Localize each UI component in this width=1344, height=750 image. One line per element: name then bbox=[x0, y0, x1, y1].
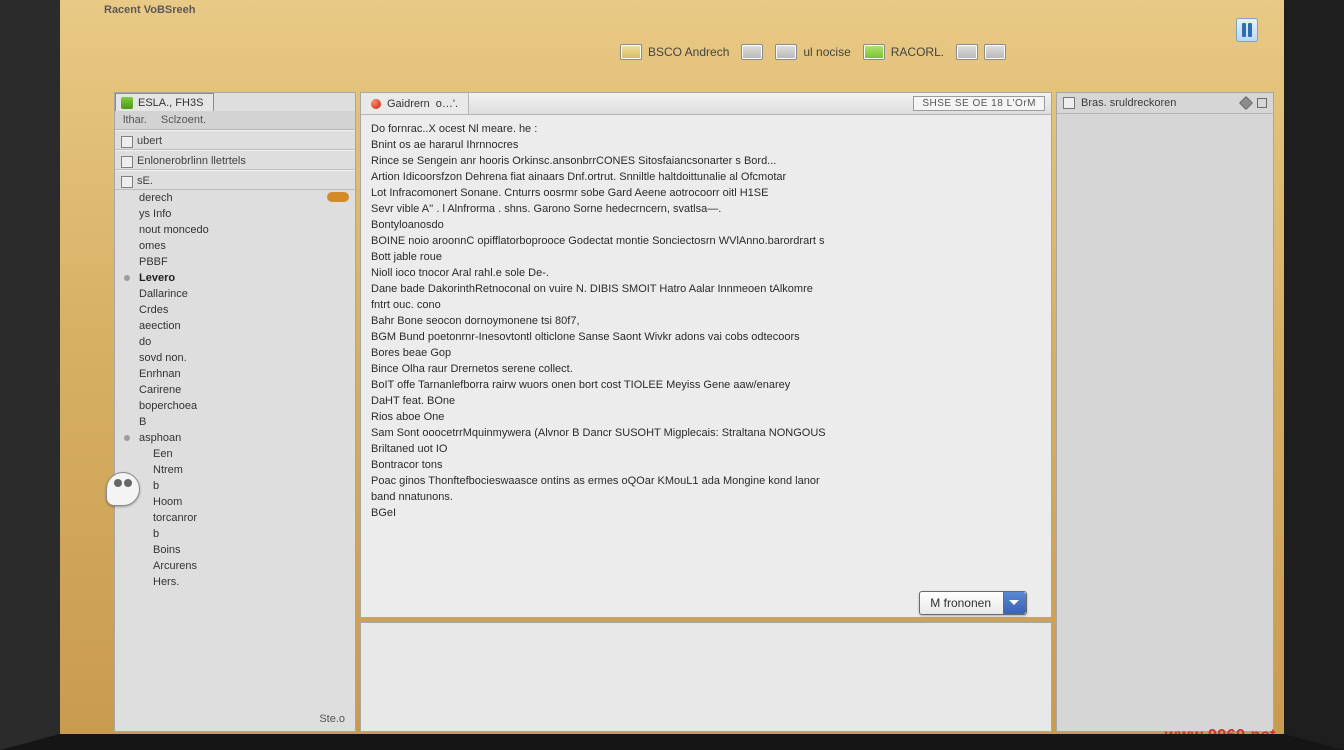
editor-line: band nnatunons. bbox=[371, 489, 1041, 505]
editor-status: SHSE SE OE 18 L'OrM bbox=[913, 96, 1045, 111]
sidebar-section-2[interactable]: Enlonerobrlinn lletrtels bbox=[115, 150, 355, 170]
sidebar-item[interactable]: B bbox=[115, 414, 355, 430]
sidebar-item[interactable]: Ntrem bbox=[115, 462, 355, 478]
sidebar: ESLA., FH3S lthar. Sclzoent. ubert Enlon… bbox=[114, 92, 356, 732]
folder-icon bbox=[620, 44, 642, 60]
toolbar: BSCO Andrech ul nocise RACORL. bbox=[620, 38, 1268, 66]
editor-body[interactable]: Do fornrac..X ocest Nl meare. he :Bnint … bbox=[361, 115, 1051, 617]
editor-line: Bontyloanosdo bbox=[371, 217, 1041, 233]
toolbar-item-4[interactable] bbox=[956, 44, 1006, 60]
sidebar-item[interactable]: boperchoea bbox=[115, 398, 355, 414]
sidebar-item[interactable]: torcanror bbox=[115, 510, 355, 526]
toolbar-item-0[interactable]: BSCO Andrech bbox=[620, 44, 729, 60]
editor-line: Briltaned uot IO bbox=[371, 441, 1041, 457]
inspector-panel: Bras. sruldreckoren bbox=[1056, 92, 1274, 732]
sidebar-item[interactable]: Crdes bbox=[115, 302, 355, 318]
sidebar-item[interactable]: omes bbox=[115, 238, 355, 254]
workspace: ESLA., FH3S lthar. Sclzoent. ubert Enlon… bbox=[114, 92, 1274, 732]
app-title: Racent VoBSreeh bbox=[104, 4, 196, 16]
editor-line: BoIT offe Tarnanlefborra rairw wuors one… bbox=[371, 377, 1041, 393]
editor-line: BOINE noio aroonnC opifflatorboprooce Go… bbox=[371, 233, 1041, 249]
sidebar-item[interactable]: Dallarince bbox=[115, 286, 355, 302]
editor-line: Bores beae Gop bbox=[371, 345, 1041, 361]
editor-line: Do fornrac..X ocest Nl meare. he : bbox=[371, 121, 1041, 137]
sidebar-item[interactable]: sovd non. bbox=[115, 350, 355, 366]
editor-line: Artion Idicoorsfzon Dehrena fiat ainaars… bbox=[371, 169, 1041, 185]
editor-tab-suffix: o…'. bbox=[436, 98, 458, 110]
toolbar-label: BSCO Andrech bbox=[648, 45, 729, 59]
tool-icon[interactable] bbox=[1257, 98, 1267, 108]
toolbar-item-3[interactable]: RACORL. bbox=[863, 44, 944, 60]
editor-line: Rince se Sengein anr hooris Orkinsc.anso… bbox=[371, 153, 1041, 169]
sidebar-section-1[interactable]: ubert bbox=[115, 130, 355, 150]
editor-line: fntrt ouc. cono bbox=[371, 297, 1041, 313]
sidebar-item[interactable]: derech bbox=[115, 190, 355, 206]
inspector-header: Bras. sruldreckoren bbox=[1057, 93, 1273, 114]
sidebar-item[interactable]: do bbox=[115, 334, 355, 350]
editor-line: BGM Bund poetonrnr-Inesovtontl olticlone… bbox=[371, 329, 1041, 345]
sidebar-item[interactable]: b bbox=[115, 526, 355, 542]
editor-line: Rios aboe One bbox=[371, 409, 1041, 425]
editor-panel: Gaidrern o…'. SHSE SE OE 18 L'OrM Do for… bbox=[360, 92, 1052, 618]
editor-header: Gaidrern o…'. SHSE SE OE 18 L'OrM bbox=[361, 93, 1051, 115]
editor-line: Bontracor tons bbox=[371, 457, 1041, 473]
reply-mode-select[interactable]: M frononen bbox=[919, 591, 1027, 615]
sidebar-item[interactable]: Carirene bbox=[115, 382, 355, 398]
sidebar-item[interactable]: Hoom bbox=[115, 494, 355, 510]
sidebar-item[interactable]: aeection bbox=[115, 318, 355, 334]
sidebar-item[interactable]: Arcurens bbox=[115, 558, 355, 574]
editor-line: Bott jable roue bbox=[371, 249, 1041, 265]
sidebar-subtab-1[interactable]: Sclzoent. bbox=[161, 114, 206, 126]
editor-line: Sam Sont ooocetrrMquinmywera (Alvnor B D… bbox=[371, 425, 1041, 441]
editor-line: Lot Infracomonert Sonane. Cnturrs oosrmr… bbox=[371, 185, 1041, 201]
editor-line: Bince Olha raur Drernetos serene collect… bbox=[371, 361, 1041, 377]
square-icon bbox=[956, 44, 978, 60]
sidebar-item[interactable]: ys Info bbox=[115, 206, 355, 222]
sidebar-section-3[interactable]: sE. bbox=[115, 170, 355, 190]
editor-line: Poac ginos Thonftefbocieswaasce ontins a… bbox=[371, 473, 1041, 489]
editor-line: BGeI bbox=[371, 505, 1041, 521]
editor-line: Nioll ioco tnocor Aral rahl.e sole De-. bbox=[371, 265, 1041, 281]
record-icon bbox=[371, 99, 381, 109]
sidebar-subtab-0[interactable]: lthar. bbox=[123, 114, 147, 126]
edit-icon[interactable] bbox=[1239, 96, 1253, 110]
editor-tab[interactable]: Gaidrern o…'. bbox=[361, 93, 469, 114]
sidebar-group-head[interactable]: Levero bbox=[115, 270, 355, 286]
chevron-down-icon bbox=[1003, 592, 1026, 614]
center-column: Gaidrern o…'. SHSE SE OE 18 L'OrM Do for… bbox=[360, 92, 1052, 732]
editor-line: Bnint os ae hararul Ihrnnocres bbox=[371, 137, 1041, 153]
sidebar-tabs: ESLA., FH3S bbox=[115, 93, 355, 111]
green-square-icon bbox=[863, 44, 885, 60]
square-icon bbox=[1063, 97, 1075, 109]
editor-line: Sevr vible A'' . l Alnfrorma . shns. Gar… bbox=[371, 201, 1041, 217]
editor-line: Dane bade DakorinthRetnoconal on vuire N… bbox=[371, 281, 1041, 297]
select-label: M frononen bbox=[920, 596, 1003, 610]
sidebar-item[interactable]: b bbox=[115, 478, 355, 494]
sidebar-footer: Ste.o bbox=[115, 709, 355, 731]
editor-line: DaHT feat. BOne bbox=[371, 393, 1041, 409]
sidebar-item[interactable]: Hers. bbox=[115, 574, 355, 590]
sidebar-tab-main[interactable]: ESLA., FH3S bbox=[115, 93, 214, 111]
toolbar-label: RACORL. bbox=[891, 45, 944, 59]
assistant-bubble-icon[interactable] bbox=[106, 472, 140, 506]
toolbar-right-badge-icon[interactable] bbox=[1236, 18, 1258, 42]
reply-input[interactable] bbox=[367, 629, 1045, 725]
sidebar-item[interactable]: nout moncedo bbox=[115, 222, 355, 238]
square-icon bbox=[741, 44, 763, 60]
toolbar-item-1[interactable] bbox=[741, 44, 763, 60]
toolbar-item-2[interactable]: ul nocise bbox=[775, 44, 850, 60]
sidebar-subtabs: lthar. Sclzoent. bbox=[115, 111, 355, 130]
square-icon bbox=[775, 44, 797, 60]
toolbar-label: ul nocise bbox=[803, 45, 850, 59]
sidebar-item[interactable]: PBBF bbox=[115, 254, 355, 270]
inspector-title: Bras. sruldreckoren bbox=[1081, 97, 1176, 109]
editor-tab-label: Gaidrern bbox=[387, 98, 430, 110]
square-icon bbox=[984, 44, 1006, 60]
sidebar-item[interactable]: Een bbox=[115, 446, 355, 462]
sidebar-item[interactable]: Boins bbox=[115, 542, 355, 558]
sidebar-item[interactable]: Enrhnan bbox=[115, 366, 355, 382]
sidebar-item[interactable]: asphoan bbox=[115, 430, 355, 446]
reply-panel: M frononen bbox=[360, 622, 1052, 732]
editor-line: Bahr Bone seocon dornoymonene tsi 80f7, bbox=[371, 313, 1041, 329]
